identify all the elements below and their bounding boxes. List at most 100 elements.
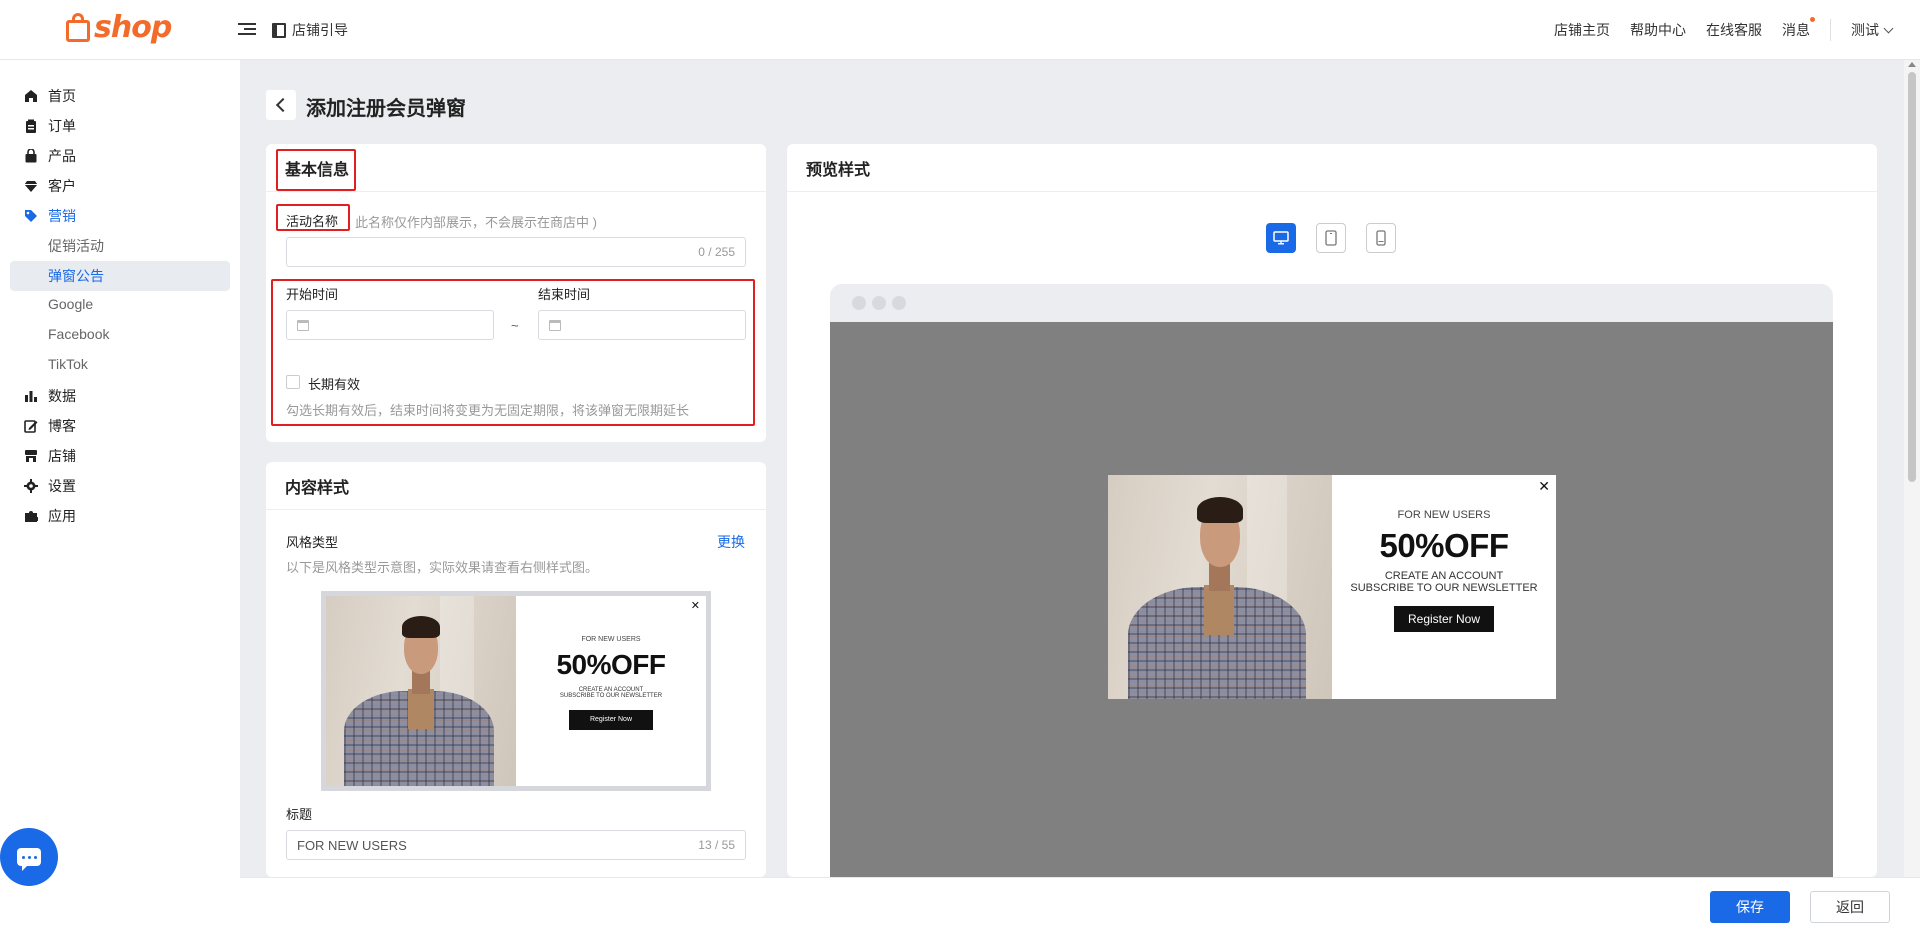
logo-text: shop: [94, 10, 172, 45]
scroll-up-arrow-icon[interactable]: [1908, 62, 1916, 67]
return-button[interactable]: 返回: [1810, 891, 1890, 923]
sidebar-item-store[interactable]: 店铺: [24, 446, 76, 466]
bag-icon: [24, 149, 38, 163]
register-button: Register Now: [569, 709, 653, 730]
preview-title: 预览样式: [787, 144, 1877, 192]
sidebar-item-settings[interactable]: 设置: [24, 476, 76, 496]
mobile-icon: [1376, 230, 1386, 246]
long-term-label: 长期有效: [308, 377, 361, 392]
sidebar-item-products[interactable]: 产品: [24, 146, 76, 166]
sidebar-item-apps[interactable]: 应用: [24, 506, 76, 526]
store-guide-label: 店铺引导: [292, 22, 348, 38]
end-time-label: 结束时间: [538, 287, 591, 302]
calendar-icon: [549, 319, 561, 331]
start-time-picker[interactable]: [286, 310, 494, 340]
mobile-view-button[interactable]: [1366, 223, 1396, 253]
clipboard-icon: [24, 119, 38, 133]
close-icon[interactable]: ✕: [1538, 479, 1550, 493]
home-icon: [24, 89, 38, 103]
tablet-icon: [1325, 230, 1337, 246]
gear-icon: [24, 479, 38, 493]
sidebar-item-data[interactable]: 数据: [24, 386, 76, 406]
back-button[interactable]: [266, 90, 296, 120]
sidebar-item-label: 首页: [48, 88, 76, 104]
end-time-picker[interactable]: [538, 310, 746, 340]
chat-button[interactable]: [0, 828, 58, 886]
sidebar-item-customers[interactable]: 客户: [24, 176, 76, 196]
sidebar-subitem-facebook[interactable]: Facebook: [48, 326, 109, 342]
window-dot: [872, 296, 886, 310]
range-separator: ~: [511, 318, 519, 333]
shop-logo[interactable]: shop: [66, 10, 172, 45]
footer-bar: [240, 877, 1920, 937]
chevron-left-icon: [275, 97, 291, 113]
messages-link[interactable]: 消息: [1782, 17, 1815, 40]
activity-name-hint: 此名称仅作内部展示，不会展示在商店中 ): [355, 215, 597, 230]
style-thumbnail: ✕ FOR NEW USERS 50%OFF CREATE AN ACCOUNT…: [326, 596, 706, 786]
long-term-checkbox[interactable]: [286, 375, 300, 389]
style-type-hint: 以下是风格类型示意图，实际效果请查看右侧样式图。: [286, 560, 599, 575]
chevron-down-icon: [1883, 23, 1894, 33]
bar-chart-icon: [24, 389, 38, 403]
sidebar-item-label: 客户: [48, 178, 76, 194]
start-time-label: 开始时间: [286, 287, 339, 302]
popup-line1: CREATE AN ACCOUNT: [1384, 570, 1504, 582]
close-icon: ✕: [690, 600, 700, 612]
calendar-icon: [297, 319, 309, 331]
tablet-view-button[interactable]: [1316, 223, 1346, 253]
shopping-bag-logo-icon: [66, 12, 92, 44]
tag-icon: [24, 209, 38, 223]
store-guide-link[interactable]: 店铺引导: [272, 20, 348, 40]
sidebar-item-label: 设置: [48, 478, 76, 494]
chat-icon: [17, 848, 41, 871]
activity-name-input[interactable]: 0 / 255: [286, 237, 746, 267]
sidebar-item-label: 博客: [48, 418, 76, 434]
edit-icon: [24, 419, 38, 433]
register-button[interactable]: Register Now: [1394, 606, 1494, 633]
sidebar: 首页 订单 产品 客户 营销 促销活动 弹窗公告 Google Facebook…: [0, 60, 240, 937]
online-support-link[interactable]: 在线客服: [1706, 20, 1762, 40]
store-icon: [24, 449, 38, 463]
change-style-link[interactable]: 更换: [717, 532, 745, 552]
popup-title-input[interactable]: FOR NEW USERS 13 / 55: [286, 830, 746, 860]
divider: [1830, 19, 1831, 41]
puzzle-icon: [24, 509, 38, 523]
popup-title-label: 标题: [286, 807, 313, 822]
scrollbar-thumb[interactable]: [1908, 72, 1916, 482]
menu-toggle-icon[interactable]: [238, 20, 256, 38]
sidebar-item-marketing[interactable]: 营销: [24, 206, 76, 226]
sidebar-item-label: 应用: [48, 508, 76, 524]
style-type-label: 风格类型: [286, 535, 339, 550]
desktop-view-button[interactable]: [1266, 223, 1296, 253]
sidebar-item-label: 订单: [48, 118, 76, 134]
sidebar-subitem-popup-announcements[interactable]: 弹窗公告: [48, 266, 104, 286]
diamond-icon: [24, 179, 38, 193]
browser-toolbar: [830, 284, 1833, 322]
active-subitem-highlight: [10, 261, 230, 291]
popup-line2: SUBSCRIBE TO OUR NEWSLETTER: [1350, 581, 1538, 594]
sidebar-item-label: 产品: [48, 148, 76, 164]
save-button[interactable]: 保存: [1710, 891, 1790, 923]
popup-preview: ✕ FOR NEW USERS 50%OFF CREATE AN ACCOUNT…: [1108, 475, 1556, 699]
sidebar-item-orders[interactable]: 订单: [24, 116, 76, 136]
sidebar-item-label: 数据: [48, 388, 76, 404]
sidebar-subitem-tiktok[interactable]: TikTok: [48, 356, 88, 372]
popup-headline: 50%OFF: [1379, 527, 1509, 564]
unread-dot: [1810, 17, 1815, 22]
sidebar-item-home[interactable]: 首页: [24, 86, 76, 106]
popup-title-value: FOR NEW USERS: [297, 837, 407, 853]
store-home-link[interactable]: 店铺主页: [1554, 20, 1610, 40]
sidebar-subitem-google[interactable]: Google: [48, 296, 93, 312]
popup-subtitle: FOR NEW USERS: [581, 636, 641, 643]
help-center-link[interactable]: 帮助中心: [1630, 20, 1686, 40]
book-icon: [272, 22, 286, 38]
model-photo: [326, 596, 516, 786]
sidebar-subitem-promotions[interactable]: 促销活动: [48, 236, 104, 256]
sidebar-item-label: 营销: [48, 208, 76, 224]
sidebar-item-label: 店铺: [48, 448, 76, 464]
user-menu[interactable]: 测试: [1851, 20, 1894, 40]
user-name: 测试: [1851, 22, 1879, 38]
activity-name-label: 活动名称: [286, 214, 339, 229]
thumbnail-offer: ✕ FOR NEW USERS 50%OFF CREATE AN ACCOUNT…: [516, 596, 706, 786]
sidebar-item-blog[interactable]: 博客: [24, 416, 76, 436]
